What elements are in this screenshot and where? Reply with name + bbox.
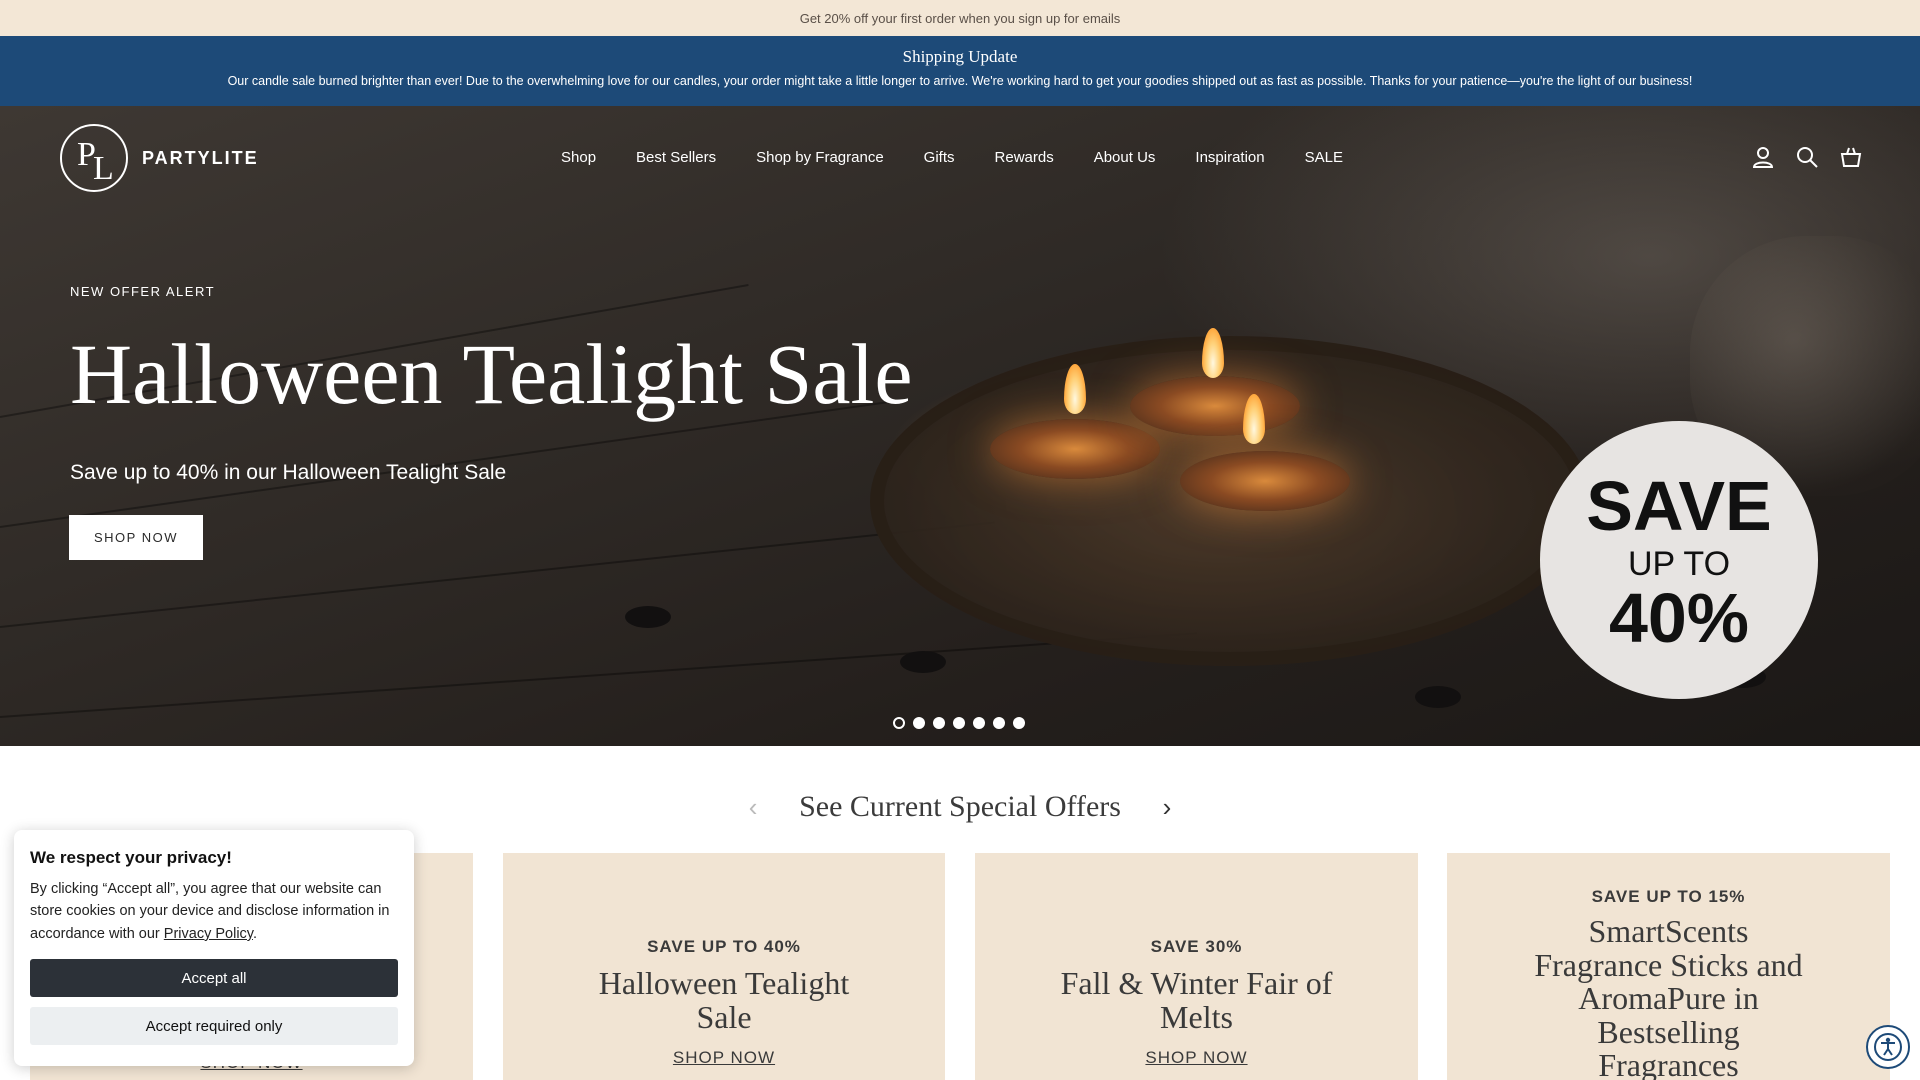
offers-header: ‹ See Current Special Offers › <box>0 790 1920 824</box>
brand-name: PARTYLITE <box>142 147 259 168</box>
nav-shop-by-fragrance[interactable]: Shop by Fragrance <box>756 149 884 166</box>
slider-dot-3[interactable] <box>933 717 945 729</box>
cookie-body: By clicking “Accept all”, you agree that… <box>30 881 390 942</box>
slider-dot-2[interactable] <box>913 717 925 729</box>
spider-decoration <box>1415 686 1461 708</box>
offer-card-link[interactable]: SHOP NOW <box>673 1048 775 1068</box>
promo-bar-text[interactable]: Get 20% off your first order when you si… <box>800 11 1121 26</box>
main-nav: Shop Best Sellers Shop by Fragrance Gift… <box>561 149 1343 166</box>
shipping-update-message: Our candle sale burned brighter than eve… <box>227 74 1693 88</box>
slider-dot-7[interactable] <box>1013 717 1025 729</box>
offer-card-kicker: SAVE 30% <box>1150 937 1243 956</box>
hero-eyebrow: NEW OFFER ALERT <box>70 284 216 299</box>
shipping-update-title: Shipping Update <box>902 47 1018 66</box>
accessibility-icon[interactable] <box>1866 1025 1910 1069</box>
offer-card[interactable]: SAVE UP TO 40% Halloween Tealight Sale S… <box>503 853 945 1080</box>
hero-title: Halloween Tealight Sale <box>70 326 913 422</box>
nav-gifts[interactable]: Gifts <box>924 149 955 166</box>
save-badge: SAVE UP TO 40% <box>1540 421 1818 699</box>
nav-sale[interactable]: SALE <box>1305 149 1343 166</box>
tealight-image <box>1180 451 1350 511</box>
offer-card-title: Fall & Winter Fair of Melts <box>1060 965 1333 1035</box>
chevron-left-icon[interactable]: ‹ <box>743 792 763 823</box>
tealight-image <box>1130 376 1300 436</box>
promo-bar[interactable]: Get 20% off your first order when you si… <box>0 0 1920 36</box>
hero-shop-now-button[interactable]: SHOP NOW <box>69 515 203 560</box>
hero-subtitle: Save up to 40% in our Halloween Tealight… <box>70 461 507 484</box>
badge-line-1: SAVE <box>1586 467 1772 545</box>
search-icon[interactable] <box>1796 146 1818 168</box>
offer-card-kicker: SAVE UP TO 15% <box>1591 887 1746 906</box>
header-icons <box>1752 146 1862 168</box>
offers-title: See Current Special Offers <box>799 790 1121 823</box>
slider-dot-1[interactable] <box>893 717 905 729</box>
shipping-update-banner: Shipping Update Our candle sale burned b… <box>0 36 1920 106</box>
slider-dot-4[interactable] <box>953 717 965 729</box>
nav-about-us[interactable]: About Us <box>1094 149 1156 166</box>
offer-card-link[interactable]: SHOP NOW <box>1145 1048 1247 1068</box>
privacy-policy-link[interactable]: Privacy Policy <box>164 926 253 942</box>
cart-icon[interactable] <box>1840 146 1862 168</box>
account-icon[interactable] <box>1752 146 1774 168</box>
offer-card-title: SmartScents Fragrance Sticks and AromaPu… <box>1534 913 1803 1080</box>
accept-all-button[interactable]: Accept all <box>30 959 398 998</box>
slider-dot-5[interactable] <box>973 717 985 729</box>
hero-copy: NEW OFFER ALERT Halloween Tealight Sale … <box>69 284 913 560</box>
nav-best-sellers[interactable]: Best Sellers <box>636 149 716 166</box>
nav-rewards[interactable]: Rewards <box>995 149 1054 166</box>
cookie-title: We respect your privacy! <box>30 848 232 867</box>
offer-card[interactable]: SAVE UP TO 15% SmartScents Fragrance Sti… <box>1447 853 1890 1080</box>
badge-line-3: 40% <box>1608 579 1750 657</box>
site-header: PL PARTYLITE Shop Best Sellers Shop by F… <box>0 106 1920 212</box>
slider-dots <box>893 717 1025 729</box>
nav-inspiration[interactable]: Inspiration <box>1195 149 1264 166</box>
nav-shop[interactable]: Shop <box>561 149 596 166</box>
offer-card-kicker: SAVE UP TO 40% <box>647 937 801 956</box>
brand-logo[interactable]: PL PARTYLITE <box>60 124 259 192</box>
chevron-right-icon[interactable]: › <box>1157 792 1177 823</box>
badge-line-2: UP TO <box>1627 545 1731 583</box>
slider-dot-6[interactable] <box>993 717 1005 729</box>
spider-decoration <box>900 651 946 673</box>
logo-mark-icon: PL <box>60 124 128 192</box>
tealight-image <box>990 419 1160 479</box>
spider-decoration <box>625 606 671 628</box>
accept-required-button[interactable]: Accept required only <box>30 1007 398 1046</box>
offer-card-title: Halloween Tealight Sale <box>598 965 850 1035</box>
offer-card[interactable]: SAVE 30% Fall & Winter Fair of Melts SHO… <box>975 853 1418 1080</box>
cookie-consent-dialog: We respect your privacy! By clicking “Ac… <box>14 830 414 1066</box>
